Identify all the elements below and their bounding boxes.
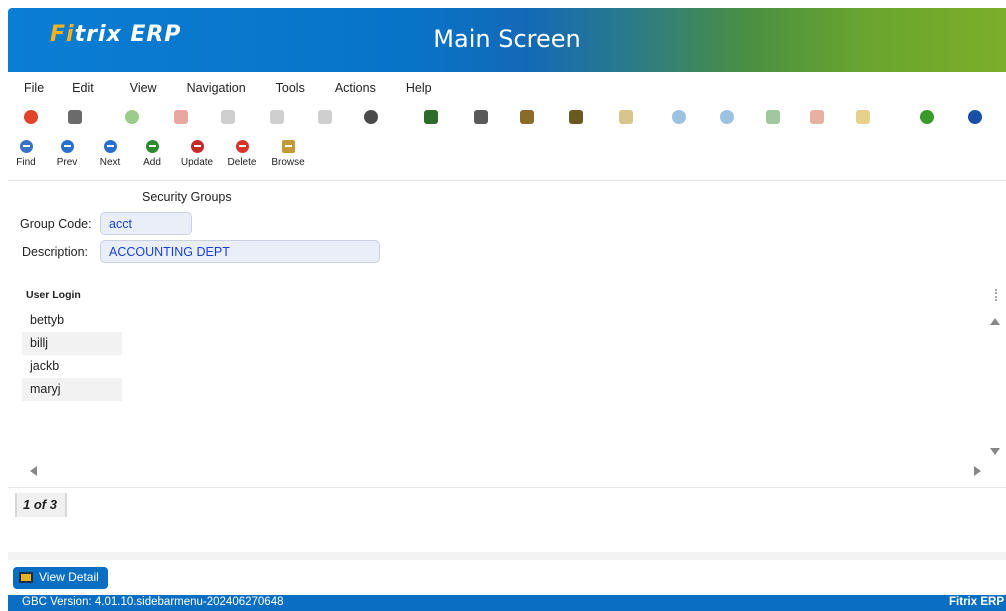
toolbar-divider [8,180,1006,181]
chart-icon[interactable] [810,110,824,124]
menu-file[interactable]: File [8,78,58,98]
status-bar: GBC Version: 4.01.10.sidebarmenu-2024062… [8,595,1006,611]
find-icon [19,140,33,153]
column-header-user-login[interactable]: User Login [26,289,81,301]
app-header: Fitrix ERP Main Screen [8,8,1006,72]
next-button[interactable]: Next [90,138,130,174]
column-menu-icon[interactable] [995,289,997,301]
flask-icon[interactable] [856,110,870,124]
screen-title: Main Screen [433,25,581,53]
description-label: Description: [22,245,88,259]
menu-edit[interactable]: Edit [58,78,108,98]
table-row[interactable]: jackb [22,355,122,378]
help-icon[interactable] [968,110,982,124]
attach-icon[interactable] [474,110,488,124]
group-code-label: Group Code: [20,217,92,231]
up-circle-icon[interactable] [720,110,734,124]
table-divider [8,487,1006,488]
delete-button[interactable]: Delete [220,138,264,174]
menu-bar: File Edit View Navigation Tools Actions … [8,78,446,98]
zoom-icon[interactable] [364,110,378,124]
update-icon [190,140,204,153]
update-button[interactable]: Update [174,138,220,174]
app-window: Fitrix ERP Main Screen File Edit View Na… [0,0,1006,611]
next-icon [103,140,117,153]
table-row[interactable]: billj [22,332,122,355]
copy-icon[interactable] [68,110,82,124]
image-icon[interactable] [619,110,633,124]
power-icon[interactable] [24,110,38,124]
browse-button[interactable]: Browse [264,138,312,174]
section-title: Security Groups [142,190,232,204]
check-icon[interactable] [125,110,139,124]
add-icon [145,140,159,153]
menu-navigation[interactable]: Navigation [171,78,260,98]
browse-icon [281,140,295,153]
record-pager: 1 of 3 [15,493,67,517]
view-detail-button[interactable]: View Detail [13,567,108,589]
prev-icon [60,140,74,153]
cancel-icon[interactable] [174,110,188,124]
menu-actions[interactable]: Actions [319,78,390,98]
menu-help[interactable]: Help [390,78,446,98]
down-circle-icon[interactable] [672,110,686,124]
footer-band [8,552,1006,560]
scroll-down-icon[interactable] [990,448,1000,455]
scroll-left-icon[interactable] [30,466,37,476]
clipboard-icon[interactable] [270,110,284,124]
menu-view[interactable]: View [108,78,171,98]
app-name: Fitrix ERP [949,596,1004,608]
prev-button[interactable]: Prev [44,138,90,174]
settings-add-icon[interactable] [766,110,780,124]
globe-icon[interactable] [920,110,934,124]
checklist-icon[interactable] [569,110,583,124]
table-row[interactable]: bettyb [22,309,122,332]
scroll-up-icon[interactable] [990,318,1000,325]
menu-tools[interactable]: Tools [260,78,319,98]
edit-document-icon[interactable] [520,110,534,124]
calendar-icon[interactable] [424,110,438,124]
group-code-field[interactable]: acct [100,212,192,235]
paste-icon[interactable] [221,110,235,124]
delete-icon [235,140,249,153]
action-toolbar: Find Prev Next Add Update Delete Browse [8,138,312,174]
document-icon[interactable] [318,110,332,124]
find-button[interactable]: Find [8,138,44,174]
icon-toolbar [8,108,1006,130]
window-icon [19,572,33,583]
scroll-right-icon[interactable] [974,466,981,476]
description-field[interactable]: ACCOUNTING DEPT [100,240,380,263]
add-button[interactable]: Add [130,138,174,174]
gbc-version: GBC Version: 4.01.10.sidebarmenu-2024062… [22,596,284,608]
table-row[interactable]: maryj [22,378,122,401]
